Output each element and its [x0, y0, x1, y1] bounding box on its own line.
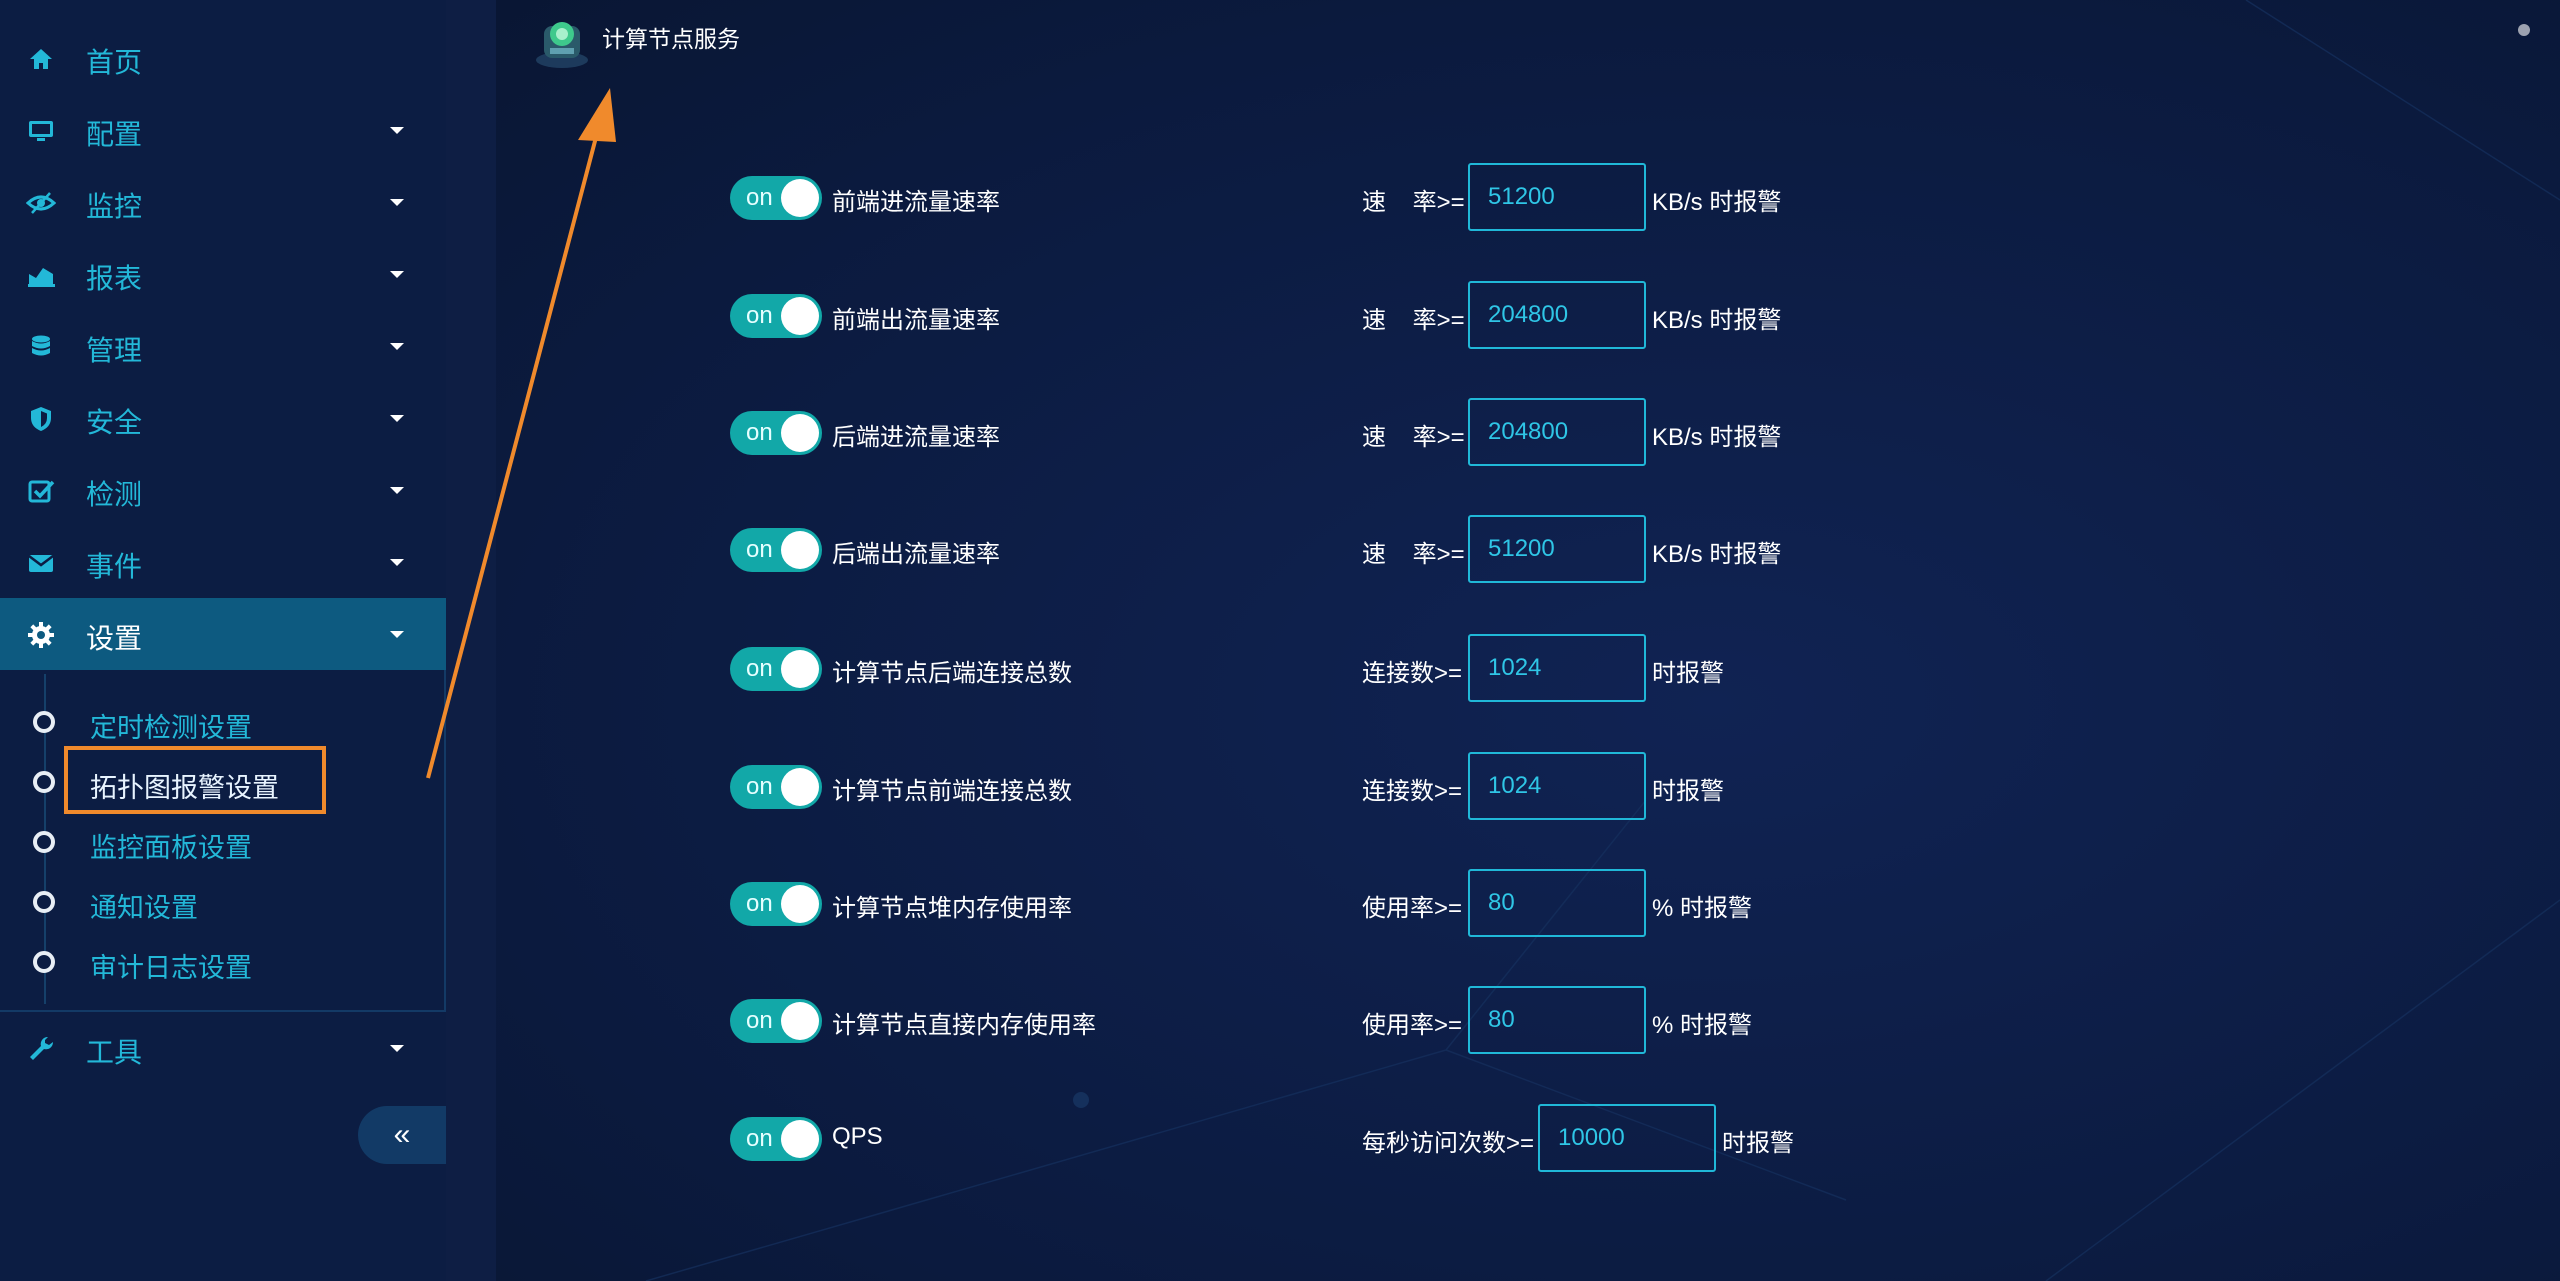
rule-toggle[interactable]: on	[730, 999, 822, 1043]
page: 首页 配置 监控 报表 管理 安全 检测 事件 设置 定时检测设置 拓扑图报警设…	[0, 0, 2560, 1281]
unit-label: 时报警	[1722, 1130, 1794, 1157]
toggle-state-text: on	[746, 1125, 773, 1152]
alarm-rule-row: on 计算节点直接内存使用率 使用率>= 80 % 时报警	[0, 985, 2560, 1057]
unit-label: 时报警	[1652, 660, 1724, 687]
alarm-rule-row: on 计算节点后端连接总数 连接数>= 1024 时报警	[0, 633, 2560, 705]
circle-bullet-icon	[33, 711, 55, 733]
threshold-input[interactable]: 1024	[1468, 752, 1646, 820]
threshold-input[interactable]: 51200	[1468, 163, 1646, 231]
submenu-item-label: 审计日志设置	[90, 953, 252, 983]
circle-bullet-icon	[33, 831, 55, 853]
alarm-rule-row: on 前端进流量速率 速 率>= 51200 KB/s 时报警	[0, 162, 2560, 234]
toggle-knob	[781, 179, 819, 217]
chevron-down-icon	[390, 487, 404, 494]
threshold-input[interactable]: 51200	[1468, 515, 1646, 583]
toggle-knob	[781, 531, 819, 569]
threshold-input[interactable]: 1024	[1468, 634, 1646, 702]
alarm-rule-row: on 前端出流量速率 速 率>= 204800 KB/s 时报警	[0, 280, 2560, 352]
unit-label: KB/s 时报警	[1652, 541, 1782, 568]
unit-label: KB/s 时报警	[1652, 424, 1782, 451]
condition-label: 每秒访问次数>=	[1362, 1130, 1535, 1157]
metric-label: 计算节点直接内存使用率	[832, 1012, 1096, 1039]
unit-label: KB/s 时报警	[1652, 189, 1782, 216]
toggle-state-text: on	[746, 655, 773, 682]
rule-toggle[interactable]: on	[730, 528, 822, 572]
toggle-knob	[781, 297, 819, 335]
circle-bullet-icon	[33, 951, 55, 973]
threshold-input[interactable]: 80	[1468, 869, 1646, 937]
page-title: 计算节点服务	[602, 26, 740, 52]
condition-label: 连接数>=	[1362, 778, 1463, 805]
condition-label: 速 率>=	[1362, 424, 1465, 451]
unit-label: KB/s 时报警	[1652, 307, 1782, 334]
service-node-icon	[536, 22, 588, 68]
checkbox-icon	[28, 480, 55, 503]
submenu-item-audit-log[interactable]: 审计日志设置	[0, 934, 444, 990]
toggle-state-text: on	[746, 302, 773, 329]
toggle-state-text: on	[746, 890, 773, 917]
threshold-input[interactable]: 204800	[1468, 398, 1646, 466]
condition-label: 速 率>=	[1362, 541, 1465, 568]
unit-label: % 时报警	[1652, 895, 1753, 922]
condition-label: 使用率>=	[1362, 895, 1463, 922]
chevron-down-icon	[390, 127, 404, 134]
alarm-rule-row: on 后端进流量速率 速 率>= 204800 KB/s 时报警	[0, 397, 2560, 469]
toggle-knob	[781, 768, 819, 806]
submenu-item-label: 监控面板设置	[90, 833, 252, 863]
toggle-knob	[781, 650, 819, 688]
condition-label: 速 率>=	[1362, 189, 1465, 216]
chevron-down-icon	[390, 271, 404, 278]
sidebar-item-label: 首页	[86, 47, 143, 78]
condition-label: 速 率>=	[1362, 307, 1465, 334]
threshold-input[interactable]: 80	[1468, 986, 1646, 1054]
toggle-state-text: on	[746, 1007, 773, 1034]
metric-label: 计算节点后端连接总数	[832, 660, 1072, 687]
metric-label: 后端出流量速率	[832, 541, 1000, 568]
condition-label: 使用率>=	[1362, 1012, 1463, 1039]
unit-label: 时报警	[1652, 778, 1724, 805]
metric-label: 前端进流量速率	[832, 189, 1000, 216]
threshold-input[interactable]: 204800	[1468, 281, 1646, 349]
toggle-knob	[781, 1120, 819, 1158]
alarm-rule-row: on QPS 每秒访问次数>= 10000 时报警	[0, 1103, 2560, 1175]
toggle-state-text: on	[746, 419, 773, 446]
sidebar-item-label: 配置	[86, 119, 143, 150]
rule-toggle[interactable]: on	[730, 176, 822, 220]
rule-toggle[interactable]: on	[730, 647, 822, 691]
condition-label: 连接数>=	[1362, 660, 1463, 687]
sidebar-item-home[interactable]: 首页	[0, 22, 446, 94]
sidebar-item-label: 检测	[86, 479, 143, 510]
metric-label: QPS	[832, 1123, 883, 1150]
monitor-icon	[29, 121, 53, 141]
alarm-rule-row: on 计算节点前端连接总数 连接数>= 1024 时报警	[0, 751, 2560, 823]
rule-toggle[interactable]: on	[730, 882, 822, 926]
toggle-state-text: on	[746, 773, 773, 800]
toggle-knob	[781, 1002, 819, 1040]
home-icon	[30, 49, 52, 69]
rule-toggle[interactable]: on	[730, 765, 822, 809]
toggle-state-text: on	[746, 536, 773, 563]
metric-label: 后端进流量速率	[832, 424, 1000, 451]
toggle-state-text: on	[746, 184, 773, 211]
rule-toggle[interactable]: on	[730, 1117, 822, 1161]
metric-label: 计算节点堆内存使用率	[832, 895, 1072, 922]
rule-toggle[interactable]: on	[730, 411, 822, 455]
toggle-knob	[781, 414, 819, 452]
unit-label: % 时报警	[1652, 1012, 1753, 1039]
rule-toggle[interactable]: on	[730, 294, 822, 338]
alarm-rule-row: on 后端出流量速率 速 率>= 51200 KB/s 时报警	[0, 514, 2560, 586]
alarm-rule-row: on 计算节点堆内存使用率 使用率>= 80 % 时报警	[0, 868, 2560, 940]
submenu-item-label: 定时检测设置	[90, 713, 252, 743]
metric-label: 计算节点前端连接总数	[832, 778, 1072, 805]
threshold-input[interactable]: 10000	[1538, 1104, 1716, 1172]
sidebar-item-config[interactable]: 配置	[0, 94, 446, 166]
toggle-knob	[781, 885, 819, 923]
metric-label: 前端出流量速率	[832, 307, 1000, 334]
